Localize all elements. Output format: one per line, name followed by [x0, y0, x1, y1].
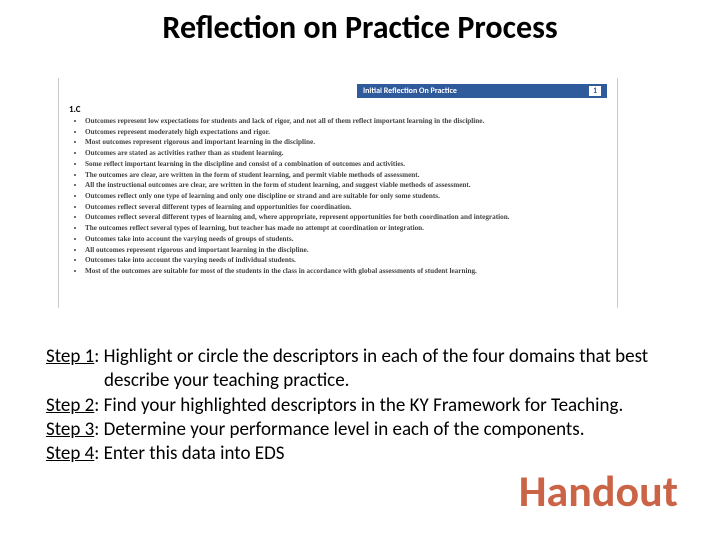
list-item: Outcomes reflect only one type of learni…	[85, 192, 607, 202]
list-item: All outcomes represent rigorous and impo…	[85, 246, 607, 256]
step-label: Step 3	[46, 418, 94, 441]
doc-header-number: 1	[589, 86, 601, 96]
list-item: All the instructional outcomes are clear…	[85, 181, 607, 191]
list-item: Outcomes take into account the varying n…	[85, 235, 607, 245]
step-text: : Enter this data into EDS	[94, 442, 284, 465]
list-item: Outcomes represent moderately high expec…	[85, 128, 607, 138]
step-label: Step 1	[46, 345, 94, 368]
steps-block: Step 1: Highlight or circle the descript…	[46, 345, 674, 467]
step-text: : Determine your performance level in ea…	[94, 418, 584, 441]
list-item: The outcomes are clear, are written in t…	[85, 171, 607, 181]
list-item: Outcomes represent low expectations for …	[85, 117, 607, 127]
step-text: : Find your highlighted descriptors in t…	[94, 394, 623, 417]
descriptor-list: Outcomes represent low expectations for …	[69, 117, 607, 277]
list-item: Most of the outcomes are suitable for mo…	[85, 267, 607, 277]
embedded-document: Initial Reflection On Practice 1 1.C Out…	[58, 78, 618, 308]
doc-header-label: Initial Reflection On Practice	[363, 86, 457, 96]
list-item: The outcomes reflect several types of le…	[85, 224, 607, 234]
list-item: Some reflect important learning in the d…	[85, 160, 607, 170]
list-item: Outcomes are stated as activities rather…	[85, 149, 607, 159]
step-4: Step 4: Enter this data into EDS	[46, 442, 674, 466]
step-2: Step 2: Find your highlighted descriptor…	[46, 394, 674, 418]
step-text: : Highlight or circle the descriptors in…	[94, 345, 648, 392]
list-item: Outcomes reflect several different types…	[85, 213, 607, 223]
step-3: Step 3: Determine your performance level…	[46, 418, 674, 442]
page-title: Reflection on Practice Process	[0, 8, 720, 47]
list-item: Outcomes reflect several different types…	[85, 203, 607, 213]
list-item: Most outcomes represent rigorous and imp…	[85, 138, 607, 148]
step-label: Step 2	[46, 394, 94, 417]
doc-header: Initial Reflection On Practice 1	[357, 84, 607, 98]
slide: Reflection on Practice Process Initial R…	[0, 0, 720, 540]
step-1: Step 1: Highlight or circle the descript…	[46, 345, 674, 394]
section-code: 1.C	[69, 104, 607, 115]
list-item: Outcomes take into account the varying n…	[85, 256, 607, 266]
handout-stamp: Handout	[519, 464, 678, 518]
step-label: Step 4	[46, 442, 94, 465]
